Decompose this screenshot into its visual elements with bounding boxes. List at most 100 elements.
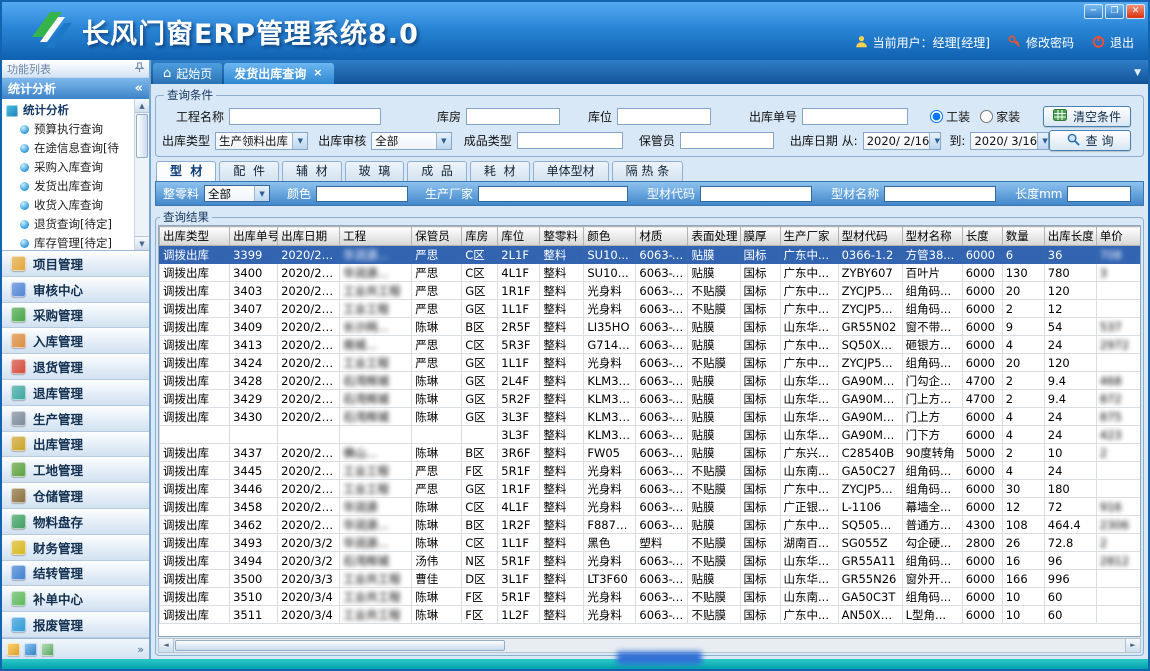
horizontal-scrollbar[interactable]: ◄ ►	[158, 638, 1141, 653]
outlook-monitor-icon[interactable]	[24, 643, 37, 656]
column-header[interactable]: 材质	[636, 227, 688, 246]
table-row[interactable]: 3L3F整料KLM38176063-T5贴膜国标山东华...GA90M09...…	[160, 426, 1142, 444]
change-password-button[interactable]: 修改密码	[1008, 34, 1074, 51]
material-tab-4[interactable]: 成 品	[407, 161, 467, 181]
table-row[interactable]: 调拨出库34942020/3/2石湾辉城汤伟N区5R1F整料光身料6063-T5…	[160, 552, 1142, 570]
profile-code-input[interactable]	[700, 186, 812, 202]
sidebar-item-return-goods[interactable]: 退货管理	[2, 354, 149, 380]
column-header[interactable]: 型材名称	[902, 227, 962, 246]
column-header[interactable]: 单价	[1096, 227, 1141, 246]
table-row[interactable]: 调拨出库34302020/2/26石湾辉城陈琳G区3L3F整料KLM381760…	[160, 408, 1142, 426]
column-header[interactable]: 数量	[1002, 227, 1044, 246]
table-row[interactable]: 调拨出库34132020/2/26南城...严思C区5R3F整料G7142260…	[160, 336, 1142, 354]
radio-home-decor[interactable]: 家装	[980, 108, 1020, 125]
table-row[interactable]: 调拨出库34622020/2/28华润源...陈琳B区1R2F整料F8877FT…	[160, 516, 1142, 534]
tree-vertical-scrollbar[interactable]: ▲ ▼	[134, 99, 149, 250]
tree-item[interactable]: 在途信息查询[待	[6, 139, 133, 158]
hscrollbar-thumb[interactable]	[175, 640, 505, 651]
column-header[interactable]: 表面处理	[688, 227, 740, 246]
sidebar-item-carryover[interactable]: 结转管理	[2, 561, 149, 587]
table-row[interactable]: 调拨出库34002020/2/25华润源...严思C区4L1F整料SU10...…	[160, 264, 1142, 282]
sidebar-item-return-stock[interactable]: 退库管理	[2, 380, 149, 406]
tab-shipping-outbound-query[interactable]: 发货出库查询 ×	[224, 63, 334, 84]
column-header[interactable]: 工程	[340, 227, 412, 246]
manufacturer-input[interactable]	[478, 186, 628, 202]
column-header[interactable]: 保管员	[412, 227, 462, 246]
product-type-input[interactable]	[517, 132, 623, 149]
column-header[interactable]: 库位	[498, 227, 540, 246]
column-header[interactable]: 膜厚	[740, 227, 780, 246]
sidebar-item-audit-center[interactable]: 审核中心	[2, 277, 149, 303]
scroll-right-button[interactable]: ►	[1125, 639, 1140, 652]
tree-root[interactable]: 统计分析	[6, 101, 133, 120]
keeper-input[interactable]	[680, 132, 774, 149]
clear-conditions-button[interactable]: 清空条件	[1043, 106, 1131, 127]
sidebar-item-finance[interactable]: 财务管理	[2, 535, 149, 561]
chevron-right-icon[interactable]: »	[137, 643, 144, 656]
sidebar-item-purchasing[interactable]: 采购管理	[2, 303, 149, 329]
table-row[interactable]: 调拨出库35102020/3/4工业共工程陈琳F区5R1F整料光身料6063-T…	[160, 588, 1142, 606]
sidebar-item-scrap[interactable]: 报废管理	[2, 612, 149, 638]
radio-tooling[interactable]: 工装	[930, 108, 970, 125]
scroll-up-button[interactable]: ▲	[135, 99, 149, 113]
sidebar-item-project-management[interactable]: 项目管理	[2, 251, 149, 277]
tree-item[interactable]: 库存管理[待定]	[6, 234, 133, 251]
tree-item[interactable]: 退货查询[待定]	[6, 215, 133, 234]
tree-item[interactable]: 收货入库查询	[6, 196, 133, 215]
material-tab-2[interactable]: 辅 材	[282, 161, 342, 181]
minimize-button[interactable]: ─	[1084, 4, 1103, 19]
column-header[interactable]: 出库单号	[230, 227, 278, 246]
chevron-down-icon[interactable]: ▼	[1134, 68, 1141, 78]
scroll-left-button[interactable]: ◄	[159, 639, 174, 652]
profile-name-input[interactable]	[884, 186, 996, 202]
radio-tooling-input[interactable]	[930, 110, 943, 123]
table-row[interactable]: 调拨出库34242020/2/26工业工程严思G区1L1F整料光身料6063-T…	[160, 354, 1142, 372]
outlook-folder-icon[interactable]	[7, 643, 20, 656]
column-header[interactable]: 颜色	[584, 227, 636, 246]
color-input[interactable]	[316, 186, 408, 202]
table-row[interactable]: 调拨出库34372020/2/27佛山...陈琳B区3R6F整料FW056063…	[160, 444, 1142, 462]
location-input[interactable]	[617, 108, 711, 125]
column-header[interactable]: 出库长度	[1044, 227, 1096, 246]
column-header[interactable]: 出库日期	[278, 227, 340, 246]
column-header[interactable]: 型材代码	[838, 227, 902, 246]
sidebar-item-outbound[interactable]: 出库管理	[2, 432, 149, 458]
project-name-input[interactable]	[229, 108, 381, 125]
tab-home[interactable]: ⌂ 起始页	[153, 63, 222, 84]
outlook-list-icon[interactable]	[41, 643, 54, 656]
tree-item[interactable]: 预算执行查询	[6, 120, 133, 139]
table-row[interactable]: 调拨出库34582020/2/28华润源陈琳C区4L1F整料光身料6063-T5…	[160, 498, 1142, 516]
table-row[interactable]: 调拨出库34032020/2/25工业共工程严思G区1R1F整料光身料6063-…	[160, 282, 1142, 300]
radio-home-decor-input[interactable]	[980, 110, 993, 123]
tree-item[interactable]: 采购入库查询	[6, 158, 133, 177]
column-header[interactable]: 整零料	[540, 227, 584, 246]
sidebar-item-supplement-center[interactable]: 补单中心	[2, 586, 149, 612]
logout-button[interactable]: 退出	[1092, 34, 1134, 51]
close-button[interactable]: ✕	[1126, 4, 1145, 19]
table-row[interactable]: 调拨出库34092020/2/25长沙网...陈琳B区2R5F整料LI35HO6…	[160, 318, 1142, 336]
tab-close-icon[interactable]: ×	[311, 67, 324, 80]
sidebar-item-site[interactable]: 工地管理	[2, 457, 149, 483]
column-header[interactable]: 生产厂家	[780, 227, 838, 246]
material-tab-1[interactable]: 配 件	[219, 161, 279, 181]
table-row[interactable]: 调拨出库34072020/2/25工业工程严思G区1L1F整料光身料6063-T…	[160, 300, 1142, 318]
whole-piece-select[interactable]: 全部 ▼	[204, 185, 270, 202]
chevron-left-icon[interactable]: «	[135, 81, 143, 96]
search-button[interactable]: 查 询	[1049, 130, 1131, 151]
sidebar-item-inbound[interactable]: 入库管理	[2, 328, 149, 354]
table-row[interactable]: 调拨出库34932020/3/2华润源...陈琳C区1L1F整料黑色塑料不贴膜国…	[160, 534, 1142, 552]
material-tab-6[interactable]: 单体型材	[533, 161, 609, 181]
table-row[interactable]: 调拨出库34282020/2/26石湾辉城陈琳G区2L4F整料KLM381760…	[160, 372, 1142, 390]
length-input[interactable]	[1067, 186, 1131, 202]
material-tab-3[interactable]: 玻 璃	[345, 161, 405, 181]
date-to-select[interactable]: 2020/ 3/16 ▼	[970, 132, 1049, 150]
column-header[interactable]: 长度	[962, 227, 1002, 246]
tree-scrollbar-thumb[interactable]	[136, 114, 148, 158]
warehouse-input[interactable]	[466, 108, 560, 125]
table-row[interactable]: 调拨出库34292020/2/26石湾辉城陈琳G区5R2F整料KLM381760…	[160, 390, 1142, 408]
audit-select[interactable]: 全部 ▼	[371, 132, 452, 150]
sidebar-item-inventory-count[interactable]: 物料盘存	[2, 509, 149, 535]
table-row[interactable]: 调拨出库35112020/3/4工业共工程陈琳F区1L2F整料光身料6063-T…	[160, 606, 1142, 624]
material-tab-5[interactable]: 耗 材	[470, 161, 530, 181]
table-row[interactable]: 调拨出库33992020/2/25华润源...严思C区2L1F整料SU10...…	[160, 246, 1142, 264]
